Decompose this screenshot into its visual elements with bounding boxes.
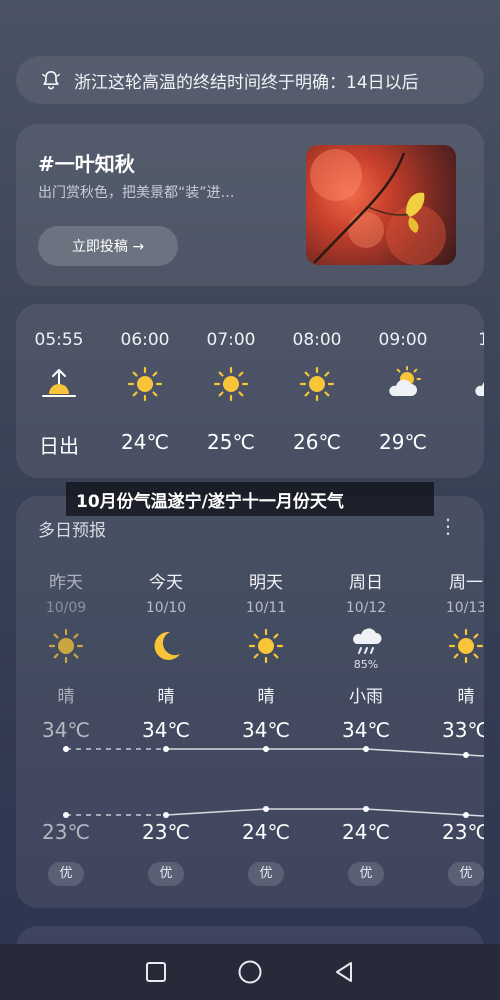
topic-card[interactable]: #一叶知秋 出门赏秋色，把美景都“装”进… 立即投稿 →	[16, 124, 484, 286]
sunrise-icon	[42, 369, 76, 397]
hourly-item: 07:00 25℃	[188, 304, 274, 478]
day-column-yesterday[interactable]: 昨天 10/09 晴 34℃ 23℃ 优	[16, 496, 116, 908]
hour-time: 10	[478, 330, 484, 350]
day-name: 今天	[149, 573, 183, 593]
hour-value: 24℃	[121, 430, 169, 454]
day-date: 10/09	[45, 600, 87, 616]
system-nav-bar	[0, 944, 500, 1000]
sun-icon	[448, 628, 484, 664]
sun-icon	[299, 366, 335, 402]
air-quality-badge: 优	[248, 862, 284, 886]
sun-icon	[48, 628, 84, 664]
air-quality-badge: 优	[348, 862, 384, 886]
bell-icon	[42, 70, 60, 90]
hourly-item: 10 3	[446, 304, 484, 478]
hour-value: 29℃	[379, 430, 427, 454]
day-high: 33℃	[442, 718, 484, 742]
sun-icon	[127, 366, 163, 402]
multi-day-forecast-card[interactable]: 多日预报 ⋮ 昨天 10/09 晴 34℃ 23℃ 优 今天 10/10 晴 3…	[16, 496, 484, 908]
hourly-forecast-card[interactable]: 05:55 日出 06:00 24℃ 07:00 25℃ 08:00 26℃ 0…	[16, 304, 484, 478]
day-name: 周一	[449, 573, 483, 593]
submit-button[interactable]: 立即投稿 →	[38, 226, 178, 266]
sun-icon	[213, 366, 249, 402]
day-date: 10/11	[245, 600, 287, 616]
caption-banner: 10月份气温遂宁/遂宁十一月份天气	[66, 482, 434, 516]
topic-subtitle: 出门赏秋色，把美景都“装”进…	[38, 185, 235, 201]
hour-value: 3	[446, 430, 484, 454]
recents-button[interactable]	[145, 961, 167, 983]
hour-time: 09:00	[378, 330, 428, 350]
day-column-monday[interactable]: 周一 10/13 晴 33℃ 23℃ 优	[416, 496, 484, 908]
back-button[interactable]	[333, 961, 355, 983]
hour-value: 25℃	[207, 430, 255, 454]
day-column-tomorrow[interactable]: 明天 10/11 晴 34℃ 24℃ 优	[216, 496, 316, 908]
hourly-item: 05:55 日出	[16, 304, 102, 478]
hourly-item: 06:00 24℃	[102, 304, 188, 478]
air-quality-badge: 优	[48, 862, 84, 886]
day-low: 23℃	[442, 820, 484, 844]
home-button[interactable]	[237, 959, 263, 985]
partly-cloudy-icon	[475, 382, 484, 396]
precipitation-chance: 85%	[353, 658, 379, 671]
hour-time: 05:55	[34, 330, 84, 350]
day-column-today[interactable]: 今天 10/10 晴 34℃ 23℃ 优	[116, 496, 216, 908]
day-high: 34℃	[242, 718, 290, 742]
topic-title: #一叶知秋	[38, 152, 135, 176]
autumn-leaf-photo	[306, 145, 456, 265]
air-quality-badge: 优	[448, 862, 484, 886]
day-condition: 晴	[457, 687, 475, 707]
hourly-item: 08:00 26℃	[274, 304, 360, 478]
weather-alert-bar[interactable]: 浙江这轮高温的终结时间终于明确：14日以后	[16, 56, 484, 104]
day-name: 周日	[349, 573, 383, 593]
day-low: 23℃	[42, 820, 90, 844]
day-high: 34℃	[142, 718, 190, 742]
day-date: 10/10	[145, 600, 187, 616]
alert-text: 浙江这轮高温的终结时间终于明确：14日以后	[74, 72, 419, 93]
day-high: 34℃	[342, 718, 390, 742]
partly-cloudy-icon	[389, 366, 421, 396]
day-low: 23℃	[142, 820, 190, 844]
air-quality-badge: 优	[148, 862, 184, 886]
day-condition: 晴	[157, 687, 175, 707]
day-name: 明天	[249, 573, 283, 593]
day-condition: 晴	[257, 687, 275, 707]
day-high: 34℃	[42, 718, 90, 742]
day-condition: 晴	[57, 687, 75, 707]
hour-time: 07:00	[206, 330, 256, 350]
day-condition: 小雨	[349, 687, 383, 707]
day-column-sunday[interactable]: 周日 10/12 85% 小雨 34℃ 24℃ 优	[316, 496, 416, 908]
day-name: 昨天	[49, 573, 83, 593]
hour-value: 26℃	[293, 430, 341, 454]
sun-icon	[248, 628, 284, 664]
hour-value: 日出	[39, 434, 79, 458]
day-date: 10/13	[445, 600, 484, 616]
moon-icon	[154, 631, 180, 660]
rain-cloud-icon	[353, 628, 382, 654]
day-date: 10/12	[345, 600, 387, 616]
hour-time: 06:00	[120, 330, 170, 350]
day-low: 24℃	[342, 820, 390, 844]
hourly-item: 09:00 29℃	[360, 304, 446, 478]
day-low: 24℃	[242, 820, 290, 844]
hour-time: 08:00	[292, 330, 342, 350]
